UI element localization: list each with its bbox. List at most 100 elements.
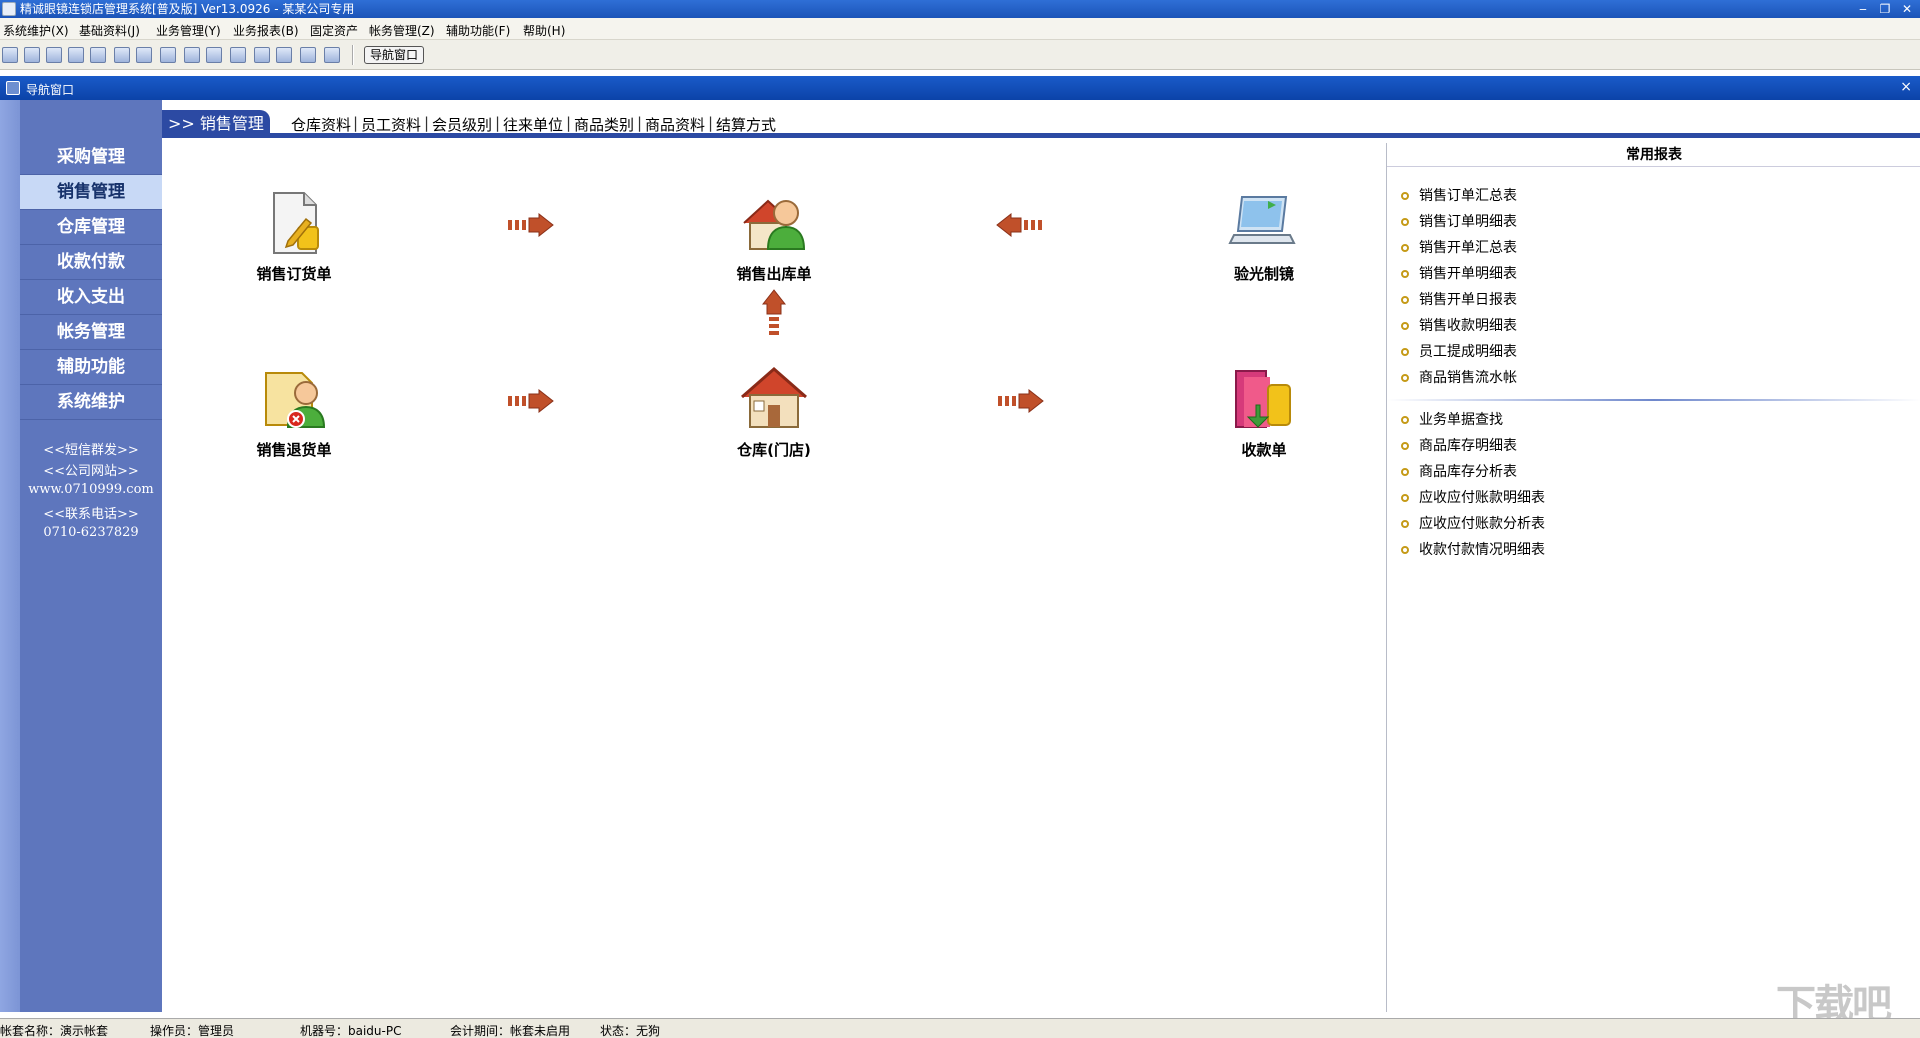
restore-button[interactable]: ❐ [1876, 1, 1894, 17]
link-separator: | [637, 114, 643, 132]
link-settlement[interactable]: 结算方式 [716, 114, 776, 135]
bullet-icon [1401, 546, 1409, 554]
menu-system[interactable]: 系统维护(X) [3, 22, 69, 39]
bullet-icon [1401, 296, 1409, 304]
report-link[interactable]: 销售订单汇总表 [1401, 185, 1517, 205]
watermark-logo: 下载吧 [1776, 982, 1892, 1028]
toolbar-print-preview-icon[interactable] [184, 47, 200, 63]
close-window-button[interactable]: ✕ [1898, 1, 1916, 17]
node-optometry[interactable]: 验光制镜 [1204, 187, 1324, 284]
link-partners[interactable]: 往来单位 [503, 114, 563, 135]
nav-window-button[interactable]: 导航窗口 [364, 46, 424, 64]
nav-item-warehouse[interactable]: 仓库管理 [20, 210, 162, 245]
bullet-icon [1401, 416, 1409, 424]
status-account: 帐套名称：演示帐套 [0, 1024, 109, 1038]
menu-business[interactable]: 业务管理(Y) [156, 22, 221, 39]
nav-item-purchase[interactable]: 采购管理 [20, 140, 162, 175]
link-product-data[interactable]: 商品资料 [645, 114, 705, 135]
nav-item-income-expense[interactable]: 收入支出 [20, 280, 162, 315]
status-machine: 机器号：baidu-PC [300, 1024, 402, 1038]
report-link[interactable]: 商品库存分析表 [1401, 461, 1517, 481]
bullet-icon [1401, 322, 1409, 330]
nav-item-system[interactable]: 系统维护 [20, 385, 162, 420]
nav-item-tools[interactable]: 辅助功能 [20, 350, 162, 385]
outbound-person-house-icon [738, 187, 810, 259]
section-link-bar: >> 销售管理 仓库资料 | 员工资料 | 会员级别 | 往来单位 | 商品类别… [162, 100, 1920, 138]
link-warehouse-data[interactable]: 仓库资料 [291, 114, 351, 135]
report-link[interactable]: 销售订单明细表 [1401, 211, 1517, 231]
bullet-icon [1401, 270, 1409, 278]
reports-panel: 常用报表 销售订单汇总表 销售订单明细表 销售开单汇总表 销售开单明细表 销售开… [1386, 143, 1920, 1012]
toolbar-report-icon[interactable] [114, 47, 130, 63]
arrow-right-icon [506, 212, 554, 238]
node-receipt[interactable]: 收款单 [1204, 363, 1324, 460]
node-label: 销售订货单 [256, 265, 332, 283]
toolbar-copy-icon[interactable] [46, 47, 62, 63]
node-sales-order[interactable]: 销售订货单 [234, 187, 354, 284]
bullet-icon [1401, 494, 1409, 502]
report-link[interactable]: 商品库存明细表 [1401, 435, 1517, 455]
report-link[interactable]: 应收应付账款明细表 [1401, 487, 1545, 507]
link-separator: | [353, 114, 359, 132]
toolbar-window-icon[interactable] [2, 47, 18, 63]
nav-item-payments[interactable]: 收款付款 [20, 245, 162, 280]
toolbar-transfer-icon[interactable] [136, 47, 152, 63]
toolbar-exit-icon[interactable] [324, 47, 340, 63]
bullet-icon [1401, 374, 1409, 382]
report-link[interactable]: 员工提成明细表 [1401, 341, 1517, 361]
reports-divider [1387, 399, 1920, 401]
report-link[interactable]: 销售收款明细表 [1401, 315, 1517, 335]
node-sales-outbound[interactable]: 销售出库单 [714, 187, 834, 284]
toolbar-help-icon[interactable] [300, 47, 316, 63]
toolbar-list-icon[interactable] [24, 47, 40, 63]
minimize-button[interactable]: ‒ [1854, 1, 1872, 17]
window-title: 精诚眼镜连锁店管理系统[普及版] Ver13.0926 - 某某公司专用 [20, 2, 355, 16]
toolbar-tools-icon[interactable] [68, 47, 84, 63]
menu-reports[interactable]: 业务报表(B) [233, 22, 299, 39]
app-icon [2, 2, 16, 16]
house-icon [738, 363, 810, 435]
toolbar-print-icon[interactable] [276, 47, 292, 63]
toolbar-save-icon[interactable] [254, 47, 270, 63]
report-link[interactable]: 销售开单日报表 [1401, 289, 1517, 309]
sms-link[interactable]: <<短信群发>> [20, 439, 162, 458]
report-link[interactable]: 应收应付账款分析表 [1401, 513, 1545, 533]
toolbar-folder-icon[interactable] [206, 47, 222, 63]
arrow-right-icon [506, 388, 554, 414]
link-product-category[interactable]: 商品类别 [574, 114, 634, 135]
section-title: >> 销售管理 [162, 110, 270, 138]
menu-basic-data[interactable]: 基础资料(J) [79, 22, 140, 39]
phone-number: 0710-6237829 [43, 525, 139, 540]
bullet-icon [1401, 520, 1409, 528]
link-separator: | [424, 114, 430, 132]
folder-coins-icon [1228, 363, 1300, 435]
child-close-button[interactable]: × [1900, 79, 1912, 95]
menu-help[interactable]: 帮助(H) [523, 22, 565, 39]
toolbar-users-icon[interactable] [160, 47, 176, 63]
bullet-icon [1401, 192, 1409, 200]
toolbar-calculator-icon[interactable] [230, 47, 246, 63]
website-link[interactable]: <<公司网站>> [20, 460, 162, 479]
link-staff-data[interactable]: 员工资料 [361, 114, 421, 135]
report-link[interactable]: 收款付款情况明细表 [1401, 539, 1545, 559]
bullet-icon [1401, 218, 1409, 226]
toolbar: 导航窗口 [0, 40, 1920, 70]
node-warehouse-store[interactable]: 仓库(门店) [714, 363, 834, 460]
menu-fixed-assets[interactable]: 固定资产 [310, 22, 358, 39]
menu-accounts[interactable]: 帐务管理(Z) [369, 22, 435, 39]
website-url[interactable]: www.0710999.com [20, 482, 162, 497]
report-link[interactable]: 业务单据查找 [1401, 409, 1503, 429]
status-operator: 操作员：管理员 [150, 1024, 235, 1038]
menu-tools[interactable]: 辅助功能(F) [446, 22, 510, 39]
nav-item-accounts[interactable]: 帐务管理 [20, 315, 162, 350]
bullet-icon [1401, 468, 1409, 476]
report-link[interactable]: 销售开单汇总表 [1401, 237, 1517, 257]
link-member-level[interactable]: 会员级别 [432, 114, 492, 135]
report-link[interactable]: 销售开单明细表 [1401, 263, 1517, 283]
contact-link[interactable]: <<联系电话>> [20, 503, 162, 522]
toolbar-search-icon[interactable] [90, 47, 106, 63]
child-window-header: 导航窗口 × [0, 76, 1920, 100]
nav-item-sales[interactable]: 销售管理 [20, 175, 162, 210]
report-link[interactable]: 商品销售流水帐 [1401, 367, 1517, 387]
node-sales-return[interactable]: 销售退货单 [234, 363, 354, 460]
